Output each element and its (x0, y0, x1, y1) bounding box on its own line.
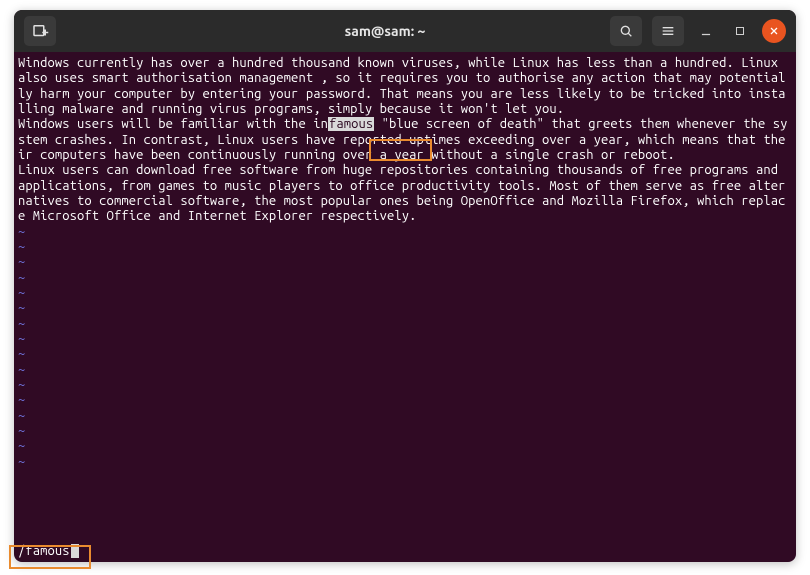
window-title: sam@sam: ~ (204, 23, 566, 39)
empty-line-tilde: ~ (18, 271, 790, 286)
empty-line-tilde: ~ (18, 393, 790, 408)
search-button[interactable] (610, 16, 642, 46)
titlebar: sam@sam: ~ (14, 10, 796, 52)
empty-line-tilde: ~ (18, 363, 790, 378)
search-match-highlight: famous (328, 117, 374, 131)
search-pattern: famous (25, 544, 69, 559)
terminal-window: sam@sam: ~ (14, 10, 796, 562)
empty-line-tilde: ~ (18, 424, 790, 439)
empty-line-tilde: ~ (18, 332, 790, 347)
text-before-match: Windows users will be familiar with the … (18, 117, 328, 131)
paragraph-3: Linux users can download free software f… (18, 163, 790, 224)
cursor-block (71, 544, 79, 558)
paragraph-2: Windows users will be familiar with the … (18, 117, 790, 163)
minimize-button[interactable] (694, 19, 718, 43)
paragraph-1: Windows currently has over a hundred tho… (18, 56, 790, 117)
empty-line-tilde: ~ (18, 378, 790, 393)
empty-line-tilde: ~ (18, 286, 790, 301)
new-tab-button[interactable] (24, 16, 56, 46)
empty-line-tilde: ~ (18, 225, 790, 240)
empty-line-tilde: ~ (18, 255, 790, 270)
empty-line-tilde: ~ (18, 347, 790, 362)
empty-line-tilde: ~ (18, 301, 790, 316)
empty-line-tilde: ~ (18, 439, 790, 454)
hamburger-menu-button[interactable] (652, 16, 684, 46)
maximize-button[interactable] (728, 19, 752, 43)
empty-line-tilde: ~ (18, 409, 790, 424)
terminal-body[interactable]: Windows currently has over a hundred tho… (14, 52, 796, 562)
vi-command-line[interactable]: /famous (18, 544, 790, 560)
empty-line-tilde: ~ (18, 240, 790, 255)
empty-line-tilde: ~ (18, 455, 790, 470)
empty-line-tilde: ~ (18, 317, 790, 332)
close-button[interactable] (762, 19, 786, 43)
search-prefix: / (18, 544, 25, 559)
